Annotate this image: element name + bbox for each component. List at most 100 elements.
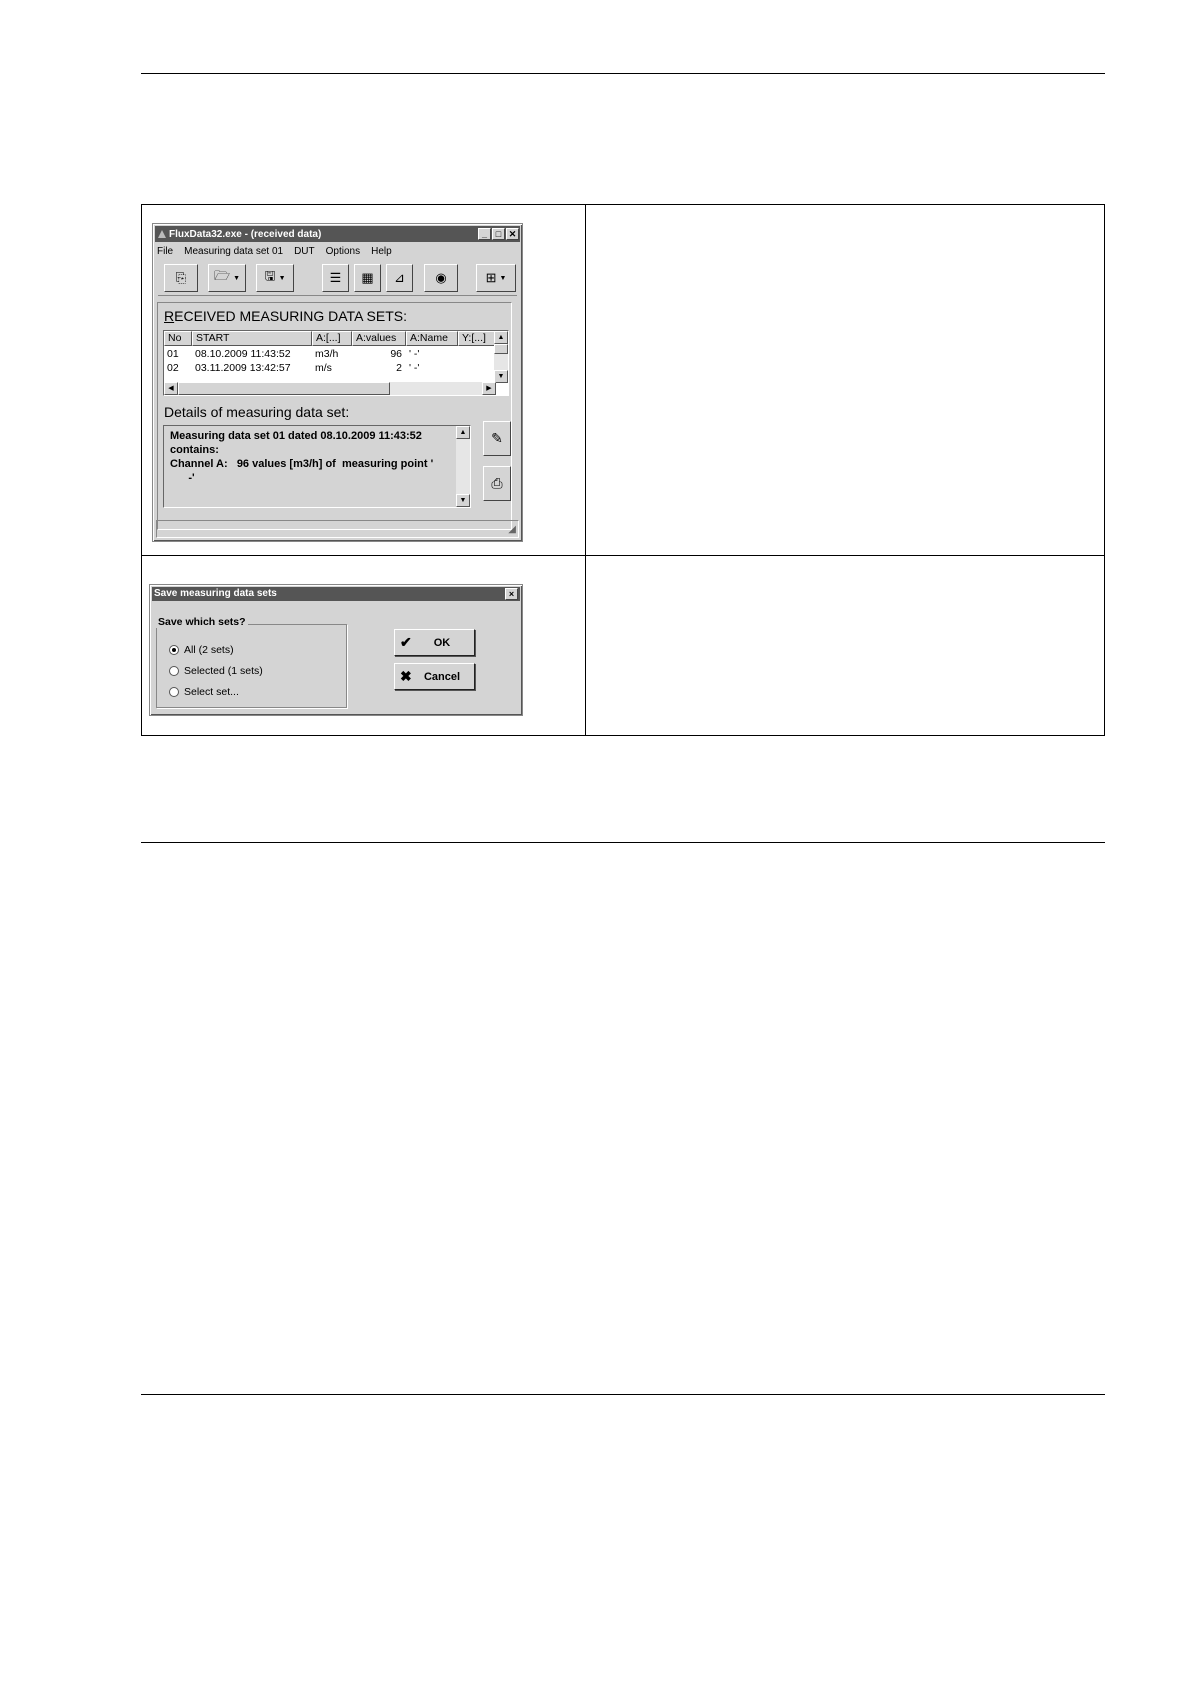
resize-grip-icon[interactable]: ◢: [508, 524, 516, 535]
grid-vertical-scrollbar[interactable]: ▲ ▼: [494, 331, 508, 383]
cell-no: 01: [167, 348, 179, 360]
scroll-down-arrow-icon[interactable]: ▼: [456, 494, 470, 507]
footer-rule: [141, 1394, 1105, 1395]
table-view-button[interactable]: ▦: [354, 264, 381, 292]
fluxdata-window: FluxData32.exe - (received data) _ □ ✕ F…: [152, 223, 523, 542]
chevron-down-icon[interactable]: ▼: [279, 275, 286, 282]
maximize-button[interactable]: □: [492, 228, 505, 240]
received-data-pane: RECEIVED MEASURING DATA SETS: No START A…: [157, 302, 512, 530]
connect-icon: ⎘: [175, 270, 187, 285]
grid-options-button[interactable]: ⊞ ▼: [476, 264, 516, 292]
details-line: Channel A: 96 values [m3/h] of measuring…: [170, 458, 434, 470]
open-folder-icon: 🗁: [213, 268, 231, 283]
table-divider-vertical: [585, 205, 586, 735]
radio-label: Select set...: [184, 686, 239, 698]
horizontal-scroll-thumb[interactable]: [178, 382, 390, 395]
window-title: FluxData32.exe - (received data): [169, 228, 322, 240]
chevron-down-icon[interactable]: ▼: [233, 275, 240, 282]
chart-view-button[interactable]: ⊿: [386, 264, 413, 292]
details-line: contains:: [170, 444, 219, 456]
save-disk-icon: 🖫: [264, 268, 276, 283]
menu-file[interactable]: File: [157, 246, 173, 260]
cell-start: 08.10.2009 11:43:52: [195, 348, 291, 360]
scroll-right-arrow-icon[interactable]: ▶: [482, 382, 496, 395]
details-heading: Details of measuring data set:: [164, 404, 350, 420]
column-header-y-unit[interactable]: Y:[...]: [458, 331, 495, 346]
cell-start: 03.11.2009 13:42:57: [195, 362, 291, 374]
cell-no: 02: [167, 362, 179, 374]
received-heading: RECEIVED MEASURING DATA SETS:: [164, 308, 407, 324]
window-titlebar: FluxData32.exe - (received data) _ □ ✕: [155, 226, 520, 242]
scroll-left-arrow-icon[interactable]: ◀: [164, 382, 178, 395]
dialog-close-button[interactable]: ×: [505, 588, 518, 600]
group-label: Save which sets?: [156, 616, 248, 628]
details-line: -': [170, 472, 195, 484]
pencil-icon: ✎: [491, 430, 503, 446]
list-view-icon: ☰: [329, 270, 342, 285]
table-divider-horizontal: [142, 555, 1104, 556]
export-button[interactable]: ⎙: [483, 466, 511, 501]
table-row[interactable]: 01 08.10.2009 11:43:52 m3/h 96 ' -': [164, 348, 495, 361]
column-header-no[interactable]: No: [164, 331, 192, 346]
scroll-down-arrow-icon[interactable]: ▼: [494, 370, 508, 383]
cancel-button[interactable]: ✖ Cancel: [394, 663, 475, 690]
view-button[interactable]: ◉: [424, 264, 458, 292]
table-row[interactable]: 02 03.11.2009 13:42:57 m/s 2 ' -': [164, 362, 495, 375]
grid-options-icon: ⊞: [485, 270, 497, 285]
cell-unit: m3/h: [315, 348, 339, 360]
open-button[interactable]: 🗁 ▼: [208, 264, 246, 292]
grid-horizontal-scrollbar[interactable]: ◀ ▶: [164, 382, 496, 395]
export-icon: ⎙: [491, 475, 503, 491]
grid-header: No START A:[...] A:values A:Name Y:[...]: [164, 331, 495, 346]
radio-button[interactable]: [169, 645, 179, 655]
header-rule: [141, 73, 1105, 74]
details-line: Measuring data set 01 dated 08.10.2009 1…: [170, 430, 422, 442]
close-button[interactable]: ✕: [506, 228, 519, 240]
menu-measuring-data-set[interactable]: Measuring data set 01: [184, 246, 283, 260]
cell-values: 2: [396, 362, 402, 374]
column-header-start[interactable]: START: [192, 331, 312, 346]
chevron-down-icon[interactable]: ▼: [499, 275, 506, 282]
details-textbox[interactable]: Measuring data set 01 dated 08.10.2009 1…: [163, 425, 471, 508]
radio-select-set[interactable]: Select set...: [169, 686, 239, 698]
toolbar-separator: [158, 295, 517, 296]
radio-all-sets[interactable]: All (2 sets): [169, 644, 234, 656]
edit-button[interactable]: ✎: [483, 421, 511, 456]
radio-label: All (2 sets): [184, 644, 234, 656]
column-header-a-values[interactable]: A:values: [352, 331, 406, 346]
vertical-scroll-thumb[interactable]: [494, 344, 508, 354]
radio-label: Selected (1 sets): [184, 665, 263, 677]
minimize-button[interactable]: _: [478, 228, 491, 240]
scroll-up-arrow-icon[interactable]: ▲: [456, 426, 470, 439]
table-view-icon: ▦: [361, 270, 374, 285]
checkmark-icon: ✔: [400, 634, 412, 650]
eye-icon: ◉: [435, 270, 447, 285]
cell-values: 96: [390, 348, 402, 360]
scroll-up-arrow-icon[interactable]: ▲: [494, 331, 508, 344]
column-header-a-name[interactable]: A:Name: [406, 331, 458, 346]
app-icon: [158, 230, 166, 238]
details-scrollbar[interactable]: ▲ ▼: [456, 426, 470, 507]
chart-view-icon: ⊿: [394, 270, 405, 285]
dialog-title: Save measuring data sets ×: [152, 587, 520, 601]
list-view-button[interactable]: ☰: [322, 264, 349, 292]
section-rule: [141, 842, 1105, 843]
column-header-a-unit[interactable]: A:[...]: [312, 331, 352, 346]
data-sets-grid[interactable]: No START A:[...] A:values A:Name Y:[...]…: [163, 330, 509, 396]
cell-name: ' -': [409, 348, 420, 360]
menu-help[interactable]: Help: [371, 246, 392, 260]
menu-bar: File Measuring data set 01 DUT Options H…: [157, 246, 392, 260]
menu-options[interactable]: Options: [326, 246, 360, 260]
toolbar: ⎘ 🗁 ▼ 🖫 ▼ ☰ ▦ ⊿ ◉ ⊞ ▼: [156, 264, 519, 296]
x-cross-icon: ✖: [400, 668, 412, 684]
menu-dut[interactable]: DUT: [294, 246, 315, 260]
save-dialog: Save measuring data sets × Save which se…: [149, 584, 523, 716]
radio-button[interactable]: [169, 666, 179, 676]
cell-unit: m/s: [315, 362, 332, 374]
connect-button[interactable]: ⎘: [164, 264, 198, 292]
save-button[interactable]: 🖫 ▼: [256, 264, 294, 292]
status-bar: ◢: [156, 520, 519, 538]
ok-button[interactable]: ✔ OK: [394, 629, 475, 656]
radio-selected-sets[interactable]: Selected (1 sets): [169, 665, 263, 677]
radio-button[interactable]: [169, 687, 179, 697]
